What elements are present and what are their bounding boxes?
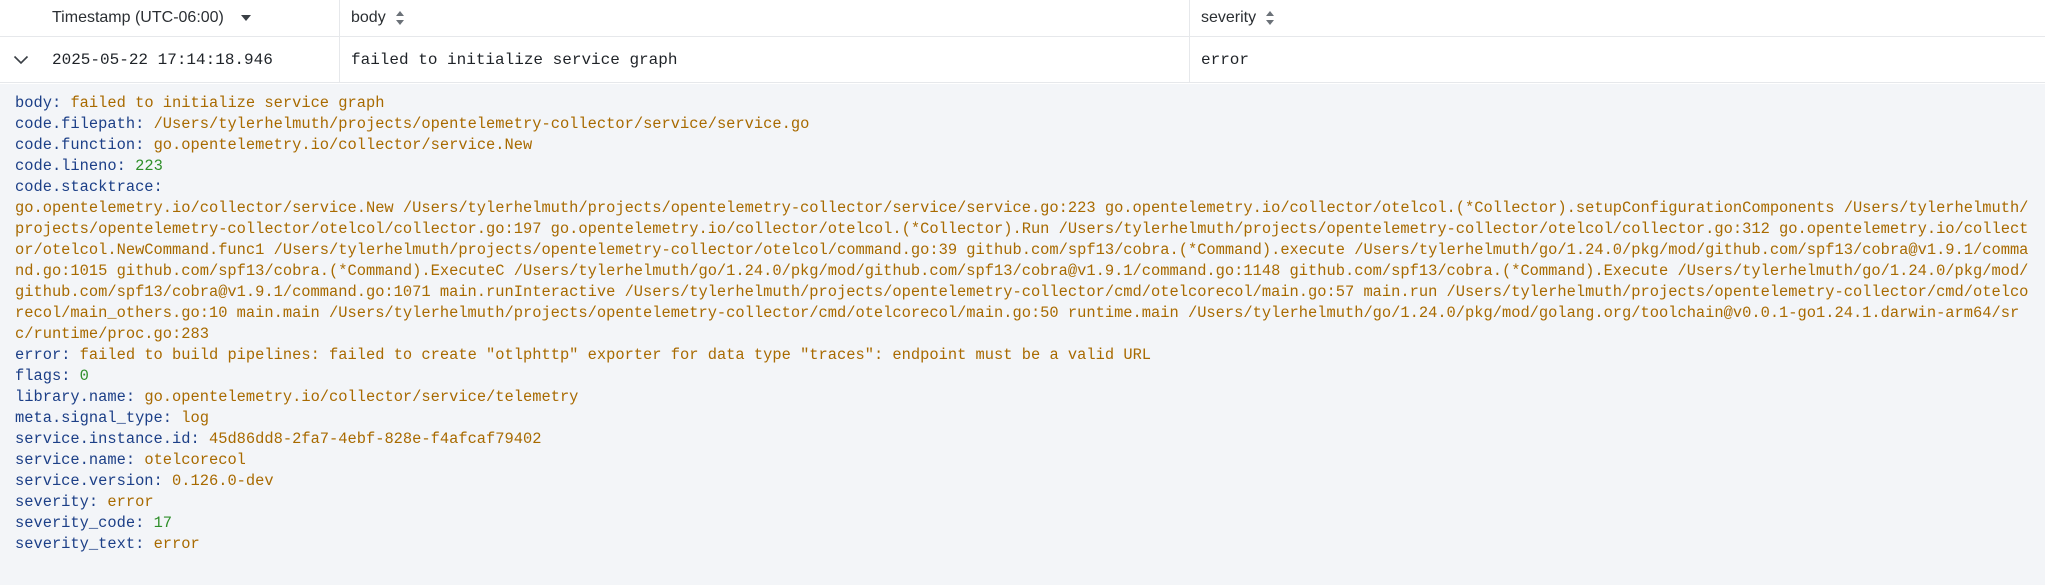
detail-line-code-stacktrace: code.stacktrace: bbox=[15, 177, 2030, 198]
detail-value: 0.126.0-dev bbox=[172, 472, 274, 490]
cell-timestamp: 2025-05-22 17:14:18.946 bbox=[0, 37, 340, 82]
detail-key: severity_text: bbox=[15, 535, 154, 553]
detail-key: meta.signal_type: bbox=[15, 409, 182, 427]
detail-line-severity-code: severity_code: 17 bbox=[15, 513, 2030, 534]
detail-key: code.function: bbox=[15, 136, 154, 154]
cell-severity: error bbox=[1190, 37, 2045, 82]
table-header: Timestamp (UTC-06:00) body severity bbox=[0, 0, 2045, 37]
detail-key: service.version: bbox=[15, 472, 173, 490]
detail-value: error bbox=[107, 493, 154, 511]
caret-down-icon[interactable] bbox=[240, 14, 252, 22]
detail-line-code-lineno: code.lineno: 223 bbox=[15, 156, 2030, 177]
header-timestamp[interactable]: Timestamp (UTC-06:00) bbox=[0, 0, 340, 36]
row-severity: error bbox=[1201, 50, 1250, 69]
log-table: Timestamp (UTC-06:00) body severity 2025… bbox=[0, 0, 2045, 83]
detail-line-library-name: library.name: go.opentelemetry.io/collec… bbox=[15, 387, 2030, 408]
detail-key: code.filepath: bbox=[15, 115, 154, 133]
row-body: failed to initialize service graph bbox=[351, 50, 678, 69]
detail-value: error bbox=[153, 535, 200, 553]
detail-value: failed to initialize service graph bbox=[70, 94, 385, 112]
chevron-down-icon[interactable] bbox=[13, 55, 29, 65]
header-body-label: body bbox=[351, 9, 386, 26]
detail-line-service-version: service.version: 0.126.0-dev bbox=[15, 471, 2030, 492]
log-detail-panel: body: failed to initialize service graph… bbox=[0, 84, 2045, 585]
detail-value: 45d86dd8-2fa7-4ebf-828e-f4afcaf79402 bbox=[208, 430, 542, 448]
detail-line-service-instance-id: service.instance.id: 45d86dd8-2fa7-4ebf-… bbox=[15, 429, 2030, 450]
detail-key: body: bbox=[15, 94, 71, 112]
detail-key: code.stacktrace: bbox=[15, 178, 163, 196]
detail-value: go.opentelemetry.io/collector/service/te… bbox=[144, 388, 579, 406]
detail-line-service-name: service.name: otelcorecol bbox=[15, 450, 2030, 471]
detail-key: flags: bbox=[15, 367, 80, 385]
detail-key: error: bbox=[15, 346, 80, 364]
header-body[interactable]: body bbox=[340, 0, 1190, 36]
detail-line-body: body: failed to initialize service graph bbox=[15, 93, 2030, 114]
detail-value: go.opentelemetry.io/collector/service.Ne… bbox=[153, 136, 533, 154]
detail-value: 17 bbox=[153, 514, 173, 532]
detail-value: /Users/tylerhelmuth/projects/opentelemet… bbox=[153, 115, 810, 133]
detail-stacktrace-value: go.opentelemetry.io/collector/service.Ne… bbox=[15, 198, 2030, 345]
detail-value: 0 bbox=[79, 367, 89, 385]
cell-body: failed to initialize service graph bbox=[340, 37, 1190, 82]
detail-line-severity-text: severity_text: error bbox=[15, 534, 2030, 555]
table-row[interactable]: 2025-05-22 17:14:18.946 failed to initia… bbox=[0, 37, 2045, 83]
detail-value: otelcorecol bbox=[144, 451, 246, 469]
header-severity-label: severity bbox=[1201, 9, 1257, 26]
detail-value: go.opentelemetry.io/collector/service.Ne… bbox=[15, 199, 2029, 343]
header-timestamp-label: Timestamp (UTC-06:00) bbox=[52, 9, 224, 26]
row-timestamp: 2025-05-22 17:14:18.946 bbox=[52, 50, 273, 69]
detail-line-code-filepath: code.filepath: /Users/tylerhelmuth/proje… bbox=[15, 114, 2030, 135]
sort-updown-icon[interactable] bbox=[1265, 10, 1275, 26]
detail-value: failed to build pipelines: failed to cre… bbox=[79, 346, 1152, 364]
detail-value: log bbox=[181, 409, 209, 427]
detail-value: 223 bbox=[135, 157, 163, 175]
detail-line-error: error: failed to build pipelines: failed… bbox=[15, 345, 2030, 366]
detail-key: severity_code: bbox=[15, 514, 154, 532]
detail-line-code-function: code.function: go.opentelemetry.io/colle… bbox=[15, 135, 2030, 156]
detail-key: severity: bbox=[15, 493, 108, 511]
detail-key: service.instance.id: bbox=[15, 430, 209, 448]
detail-line-flags: flags: 0 bbox=[15, 366, 2030, 387]
detail-key: code.lineno: bbox=[15, 157, 136, 175]
header-severity[interactable]: severity bbox=[1190, 0, 2045, 36]
detail-key: service.name: bbox=[15, 451, 145, 469]
sort-updown-icon[interactable] bbox=[395, 10, 405, 26]
detail-key: library.name: bbox=[15, 388, 145, 406]
detail-line-meta-signal-type: meta.signal_type: log bbox=[15, 408, 2030, 429]
detail-line-severity: severity: error bbox=[15, 492, 2030, 513]
